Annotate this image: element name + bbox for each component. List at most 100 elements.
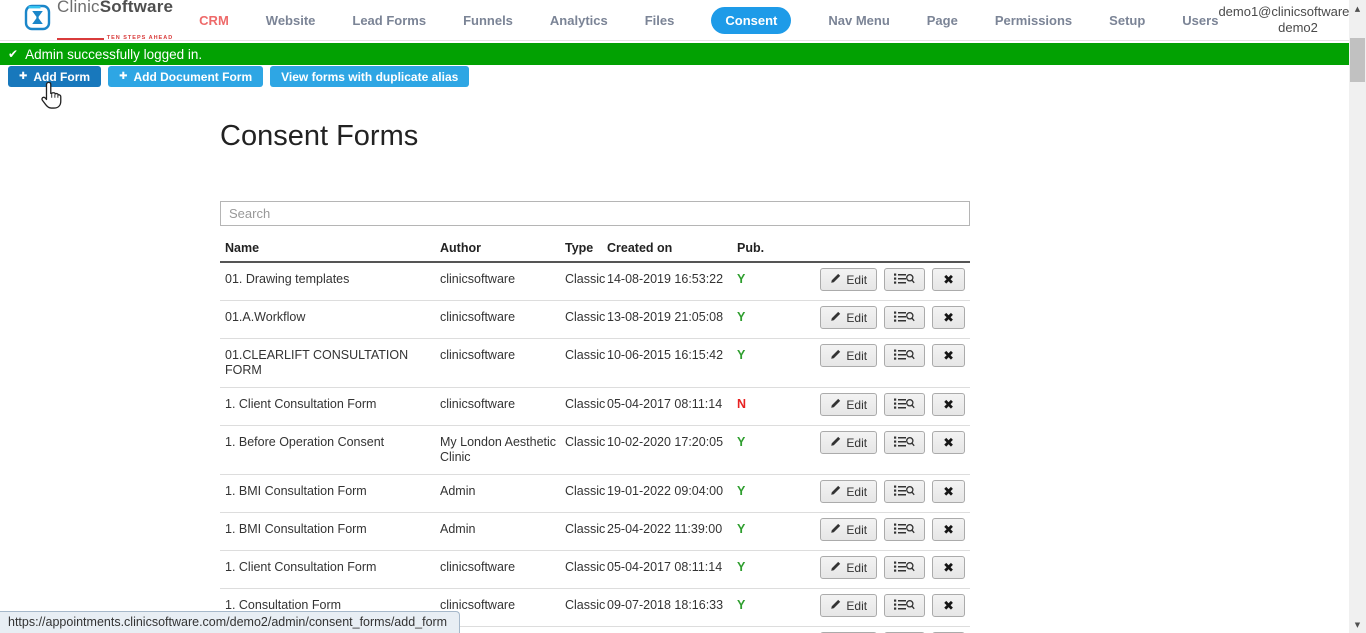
hourglass-logo-icon [24, 4, 51, 36]
entries-search-button[interactable] [884, 480, 925, 503]
nav-item[interactable]: Setup [1109, 13, 1145, 28]
entries-search-button[interactable] [884, 518, 925, 541]
form-name: 01.A.Workflow [220, 310, 440, 325]
row-actions: Edit [817, 393, 970, 416]
delete-button[interactable]: ✖ [932, 431, 965, 454]
table-row: 1. BMI Consultation Form Admin Classic 2… [220, 513, 970, 551]
form-author: clinicsoftware [440, 348, 565, 363]
form-name: 1. Before Operation Consent [220, 435, 440, 450]
pencil-icon [830, 273, 841, 287]
table-row: 01. Drawing templates clinicsoftware Cla… [220, 263, 970, 301]
entries-search-button[interactable] [884, 393, 925, 416]
pencil-icon [830, 349, 841, 363]
check-icon: ✔ [8, 47, 18, 61]
form-author: clinicsoftware [440, 310, 565, 325]
form-created-on: 10-06-2015 16:15:42 [607, 348, 737, 363]
search-input[interactable] [220, 201, 970, 226]
entries-search-button[interactable] [884, 594, 925, 617]
form-name: 1. BMI Consultation Form [220, 522, 440, 537]
delete-button[interactable]: ✖ [932, 594, 965, 617]
nav-item[interactable]: Consent [711, 7, 791, 34]
column-header-author: Author [440, 241, 565, 255]
add-document-form-button[interactable]: ✚ Add Document Form [108, 66, 263, 87]
nav-item[interactable]: Nav Menu [828, 13, 889, 28]
edit-button[interactable]: Edit [820, 268, 877, 291]
nav-item[interactable]: Funnels [463, 13, 513, 28]
user-account: demo2 [1218, 20, 1366, 36]
close-icon: ✖ [943, 397, 954, 413]
form-type: Classic [565, 348, 607, 363]
form-created-on: 19-01-2022 09:04:00 [607, 484, 737, 499]
vertical-scrollbar[interactable]: ▲ ▼ [1349, 0, 1366, 633]
close-icon: ✖ [943, 310, 954, 326]
entries-search-button[interactable] [884, 344, 925, 367]
list-magnifier-icon [894, 397, 915, 413]
user-block: demo1@clinicsoftware.com demo2 [1218, 4, 1366, 36]
row-actions: Edit [817, 594, 970, 617]
edit-button[interactable]: Edit [820, 393, 877, 416]
nav-item[interactable]: CRM [199, 13, 229, 28]
close-icon: ✖ [943, 560, 954, 576]
table-row: 01.CLEARLIFT CONSULTATION FORM clinicsof… [220, 339, 970, 388]
form-name: 01.CLEARLIFT CONSULTATION FORM [220, 348, 440, 378]
close-icon: ✖ [943, 348, 954, 364]
edit-button[interactable]: Edit [820, 594, 877, 617]
form-created-on: 09-07-2018 18:16:33 [607, 598, 737, 613]
delete-button[interactable]: ✖ [932, 556, 965, 579]
pencil-icon [830, 311, 841, 325]
edit-button[interactable]: Edit [820, 556, 877, 579]
list-magnifier-icon [894, 598, 915, 614]
plus-icon: ✚ [19, 71, 27, 82]
form-type: Classic [565, 435, 607, 450]
edit-button[interactable]: Edit [820, 344, 877, 367]
add-form-button[interactable]: ✚ Add Form [8, 66, 101, 87]
entries-search-button[interactable] [884, 431, 925, 454]
close-icon: ✖ [943, 598, 954, 614]
column-header-type: Type [565, 241, 607, 255]
nav-item[interactable]: Analytics [550, 13, 608, 28]
delete-button[interactable]: ✖ [932, 393, 965, 416]
edit-button[interactable]: Edit [820, 431, 877, 454]
user-info[interactable]: demo1@clinicsoftware.com demo2 [1218, 4, 1366, 36]
plus-icon: ✚ [119, 71, 127, 82]
form-name: 1. Client Consultation Form [220, 397, 440, 412]
delete-button[interactable]: ✖ [932, 268, 965, 291]
delete-button[interactable]: ✖ [932, 306, 965, 329]
form-author: clinicsoftware [440, 560, 565, 575]
close-icon: ✖ [943, 435, 954, 451]
row-actions: Edit [817, 268, 970, 291]
form-author: clinicsoftware [440, 598, 565, 613]
form-published-flag: Y [737, 484, 817, 499]
main-content: Consent Forms Name Author Type Created o… [220, 90, 970, 633]
entries-search-button[interactable] [884, 306, 925, 329]
nav-item[interactable]: Lead Forms [352, 13, 426, 28]
nav-item[interactable]: Users [1182, 13, 1218, 28]
nav-item[interactable]: Website [266, 13, 316, 28]
edit-button[interactable]: Edit [820, 480, 877, 503]
edit-button[interactable]: Edit [820, 306, 877, 329]
clinicsoftware-logo[interactable]: ClinicSoftware.com TEN STEPS AHEAD [24, 0, 173, 42]
scroll-up-icon[interactable]: ▲ [1349, 0, 1366, 17]
form-type: Classic [565, 484, 607, 499]
form-author: My London Aesthetic Clinic [440, 435, 565, 465]
entries-search-button[interactable] [884, 268, 925, 291]
delete-button[interactable]: ✖ [932, 518, 965, 541]
form-author: clinicsoftware [440, 272, 565, 287]
nav-item[interactable]: Files [645, 13, 675, 28]
scrollbar-thumb[interactable] [1350, 38, 1365, 82]
pencil-icon [830, 599, 841, 613]
form-created-on: 10-02-2020 17:20:05 [607, 435, 737, 450]
pencil-icon [830, 398, 841, 412]
success-message: Admin successfully logged in. [25, 47, 202, 62]
forms-toolbar: ✚ Add Form ✚ Add Document Form View form… [8, 66, 469, 87]
row-actions: Edit [817, 431, 970, 454]
nav-item[interactable]: Page [927, 13, 958, 28]
edit-button[interactable]: Edit [820, 518, 877, 541]
delete-button[interactable]: ✖ [932, 344, 965, 367]
scroll-down-icon[interactable]: ▼ [1349, 616, 1366, 633]
delete-button[interactable]: ✖ [932, 480, 965, 503]
entries-search-button[interactable] [884, 556, 925, 579]
form-type: Classic [565, 522, 607, 537]
nav-item[interactable]: Permissions [995, 13, 1072, 28]
view-duplicate-alias-button[interactable]: View forms with duplicate alias [270, 66, 469, 87]
